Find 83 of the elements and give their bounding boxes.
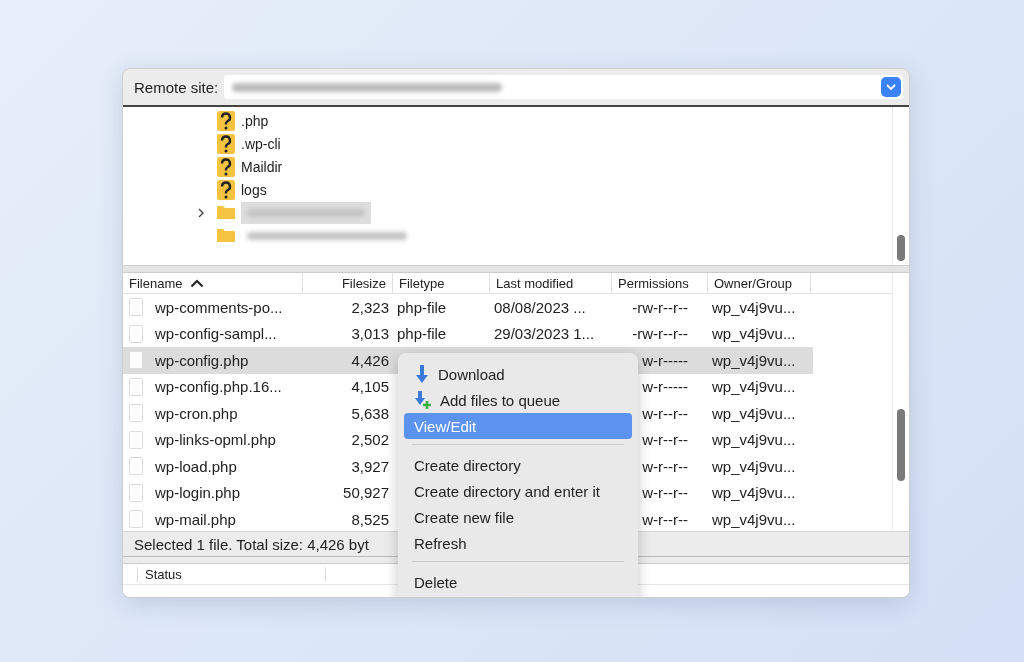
table-cell: 8,525 xyxy=(351,510,389,528)
table-cell: php-file xyxy=(397,325,447,343)
table-cell: w-r--r-- xyxy=(642,484,688,502)
file-icon xyxy=(129,298,143,317)
table-cell: wp_v4j9vu... xyxy=(712,510,796,528)
table-cell: wp-links-opml.php xyxy=(155,431,276,449)
chevron-right-icon[interactable] xyxy=(197,207,205,218)
chevron-down-icon xyxy=(886,83,896,91)
tree-item[interactable]: .wp-cli xyxy=(241,135,281,152)
folder-icon xyxy=(217,228,235,243)
table-cell: 08/08/2023 ... xyxy=(494,298,586,316)
file-icon xyxy=(129,430,143,449)
menu-item[interactable]: Delete xyxy=(404,569,632,595)
scrollbar-thumb[interactable] xyxy=(897,409,905,481)
table-cell: wp_v4j9vu... xyxy=(712,457,796,475)
blurred-folder-name[interactable] xyxy=(241,201,371,224)
table-cell: wp_v4j9vu... xyxy=(712,404,796,422)
table-cell: w-r--r-- xyxy=(642,457,688,475)
table-cell: 3,927 xyxy=(351,457,389,475)
table-cell: wp_v4j9vu... xyxy=(712,378,796,396)
dropdown-button[interactable] xyxy=(881,77,901,97)
file-icon xyxy=(129,483,143,502)
column-header[interactable]: Last modified xyxy=(490,273,612,293)
menu-item[interactable]: Create directory and enter it xyxy=(404,478,632,504)
table-cell: php-file xyxy=(397,298,447,316)
table-cell: wp_v4j9vu... xyxy=(712,298,796,316)
tree-item[interactable]: Maildir xyxy=(241,158,283,175)
menu-item[interactable]: Add files to queue xyxy=(404,387,632,413)
column-header[interactable]: Filename xyxy=(123,273,303,293)
table-cell: 4,105 xyxy=(351,378,389,396)
column-header[interactable]: Owner/Group xyxy=(708,273,811,293)
table-cell: 4,426 xyxy=(351,351,389,369)
tree-item[interactable]: logs xyxy=(241,181,267,198)
table-cell: w-r--r-- xyxy=(642,431,688,449)
file-icon xyxy=(129,457,143,476)
file-icon xyxy=(129,324,143,343)
table-cell: w-r----- xyxy=(642,378,688,396)
table-cell: w-r--r-- xyxy=(642,510,688,528)
question-mark-icon xyxy=(217,133,235,154)
status-text: Selected 1 file. Total size: 4,426 byt xyxy=(134,535,369,553)
file-icon xyxy=(129,351,143,370)
table-cell: -rw-r--r-- xyxy=(632,298,688,316)
table-cell: w-r--r-- xyxy=(642,404,688,422)
remote-site-label: Remote site: xyxy=(134,78,219,96)
table-cell: wp-config-sampl... xyxy=(155,325,277,343)
table-cell: 2,323 xyxy=(351,298,389,316)
remote-site-field[interactable] xyxy=(224,75,903,99)
folder-icon xyxy=(217,205,235,220)
column-header[interactable]: Permissions xyxy=(612,273,708,293)
table-cell: wp-config.php.16... xyxy=(155,378,282,396)
question-mark-icon xyxy=(217,179,235,200)
table-cell: 5,638 xyxy=(351,404,389,422)
question-mark-icon xyxy=(217,110,235,131)
table-cell: wp-mail.php xyxy=(155,510,236,528)
table-cell: wp-cron.php xyxy=(155,404,238,422)
tree-item[interactable]: .php xyxy=(241,112,269,129)
table-cell: wp_v4j9vu... xyxy=(712,431,796,449)
menu-item[interactable]: Create new file xyxy=(404,504,632,530)
down-arrow-plus-icon xyxy=(414,390,432,410)
menu-item[interactable]: Download xyxy=(404,361,632,387)
scrollbar-thumb[interactable] xyxy=(897,235,905,261)
table-cell: wp_v4j9vu... xyxy=(712,351,796,369)
table-cell: 2,502 xyxy=(351,431,389,449)
table-cell: wp-load.php xyxy=(155,457,237,475)
table-cell: wp-login.php xyxy=(155,484,241,502)
table-cell: 50,927 xyxy=(343,484,389,502)
table-cell: wp_v4j9vu... xyxy=(712,325,796,343)
table-cell: -rw-r--r-- xyxy=(632,325,688,343)
column-header[interactable]: Filetype xyxy=(393,273,490,293)
table-cell: 3,013 xyxy=(351,325,389,343)
question-mark-icon xyxy=(217,156,235,177)
table-cell: wp_v4j9vu... xyxy=(712,484,796,502)
down-arrow-icon xyxy=(414,364,430,384)
column-header: Status xyxy=(137,566,326,582)
column-header[interactable]: Filesize xyxy=(303,273,393,293)
table-cell: wp-config.php xyxy=(155,351,249,369)
file-icon xyxy=(129,377,143,396)
table-cell: wp-comments-po... xyxy=(155,298,283,316)
table-cell: 29/03/2023 1... xyxy=(494,325,595,343)
menu-item[interactable]: Refresh xyxy=(404,530,632,556)
table-cell: w-r----- xyxy=(642,351,688,369)
menu-item[interactable]: Create directory xyxy=(404,452,632,478)
file-icon xyxy=(129,404,143,423)
